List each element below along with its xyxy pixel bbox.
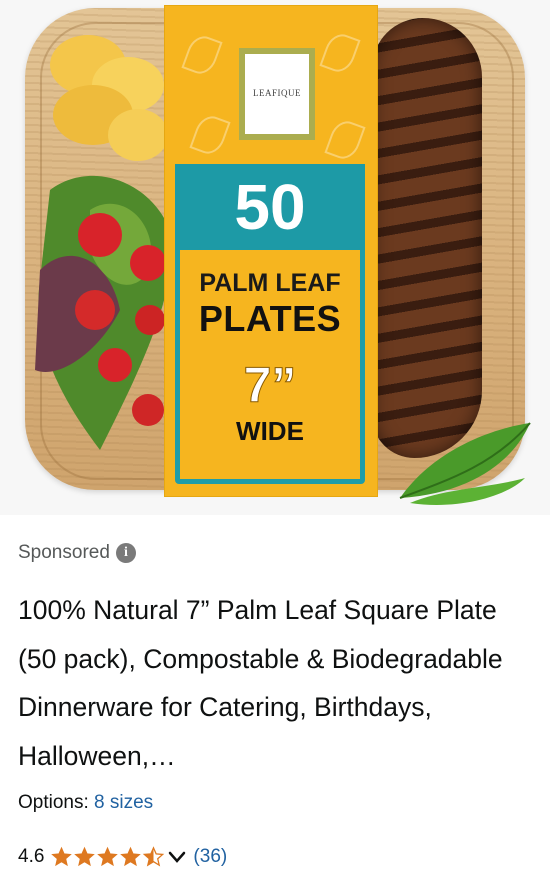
leaf-pattern-icon [181, 32, 223, 78]
plate-size: 7” [243, 357, 297, 414]
star-icon [51, 846, 73, 867]
chevron-down-icon[interactable] [167, 847, 187, 867]
sponsored-label[interactable]: Sponsored i [18, 542, 136, 564]
plate-count: 50 [234, 171, 306, 243]
box-line-plates: PLATES [198, 298, 342, 339]
product-box: LEAFIQUE 50 PALM LEAF PLATES 7” WIDE [164, 5, 378, 497]
info-icon[interactable]: i [115, 543, 136, 563]
options-label: Options: [18, 792, 89, 813]
product-card: LEAFIQUE 50 PALM LEAF PLATES 7” WIDE Spo… [0, 0, 550, 894]
star-icon [74, 846, 96, 867]
rating-row: 4.6 (36) [18, 846, 227, 868]
box-line-palm-leaf: PALM LEAF [199, 269, 341, 297]
star-rating[interactable] [50, 846, 165, 868]
green-leaf-garnish [399, 422, 531, 506]
plate-size-word: WIDE [236, 416, 304, 446]
leaf-pattern-icon [319, 30, 361, 76]
product-title[interactable]: 100% Natural 7” Palm Leaf Square Plate (… [18, 586, 538, 780]
brand-logo-text: LEAFIQUE [253, 88, 301, 98]
options-row: Options: 8 sizes [18, 792, 153, 814]
leaf-pattern-icon [189, 112, 231, 158]
half-star-icon [143, 846, 165, 867]
star-icon [120, 846, 142, 867]
grilled-steak-illustration [372, 18, 482, 458]
star-icon [97, 846, 119, 867]
leaf-pattern-icon [324, 117, 366, 163]
salad-illustration [35, 175, 172, 450]
product-image[interactable]: LEAFIQUE 50 PALM LEAF PLATES 7” WIDE [0, 0, 550, 515]
brand-logo: LEAFIQUE [245, 54, 309, 134]
options-sizes-link[interactable]: 8 sizes [94, 792, 153, 813]
sponsored-text: Sponsored [18, 542, 110, 563]
review-count-link[interactable]: (36) [193, 846, 227, 868]
rating-value: 4.6 [18, 846, 45, 867]
logo-panel: LEAFIQUE [175, 16, 366, 164]
